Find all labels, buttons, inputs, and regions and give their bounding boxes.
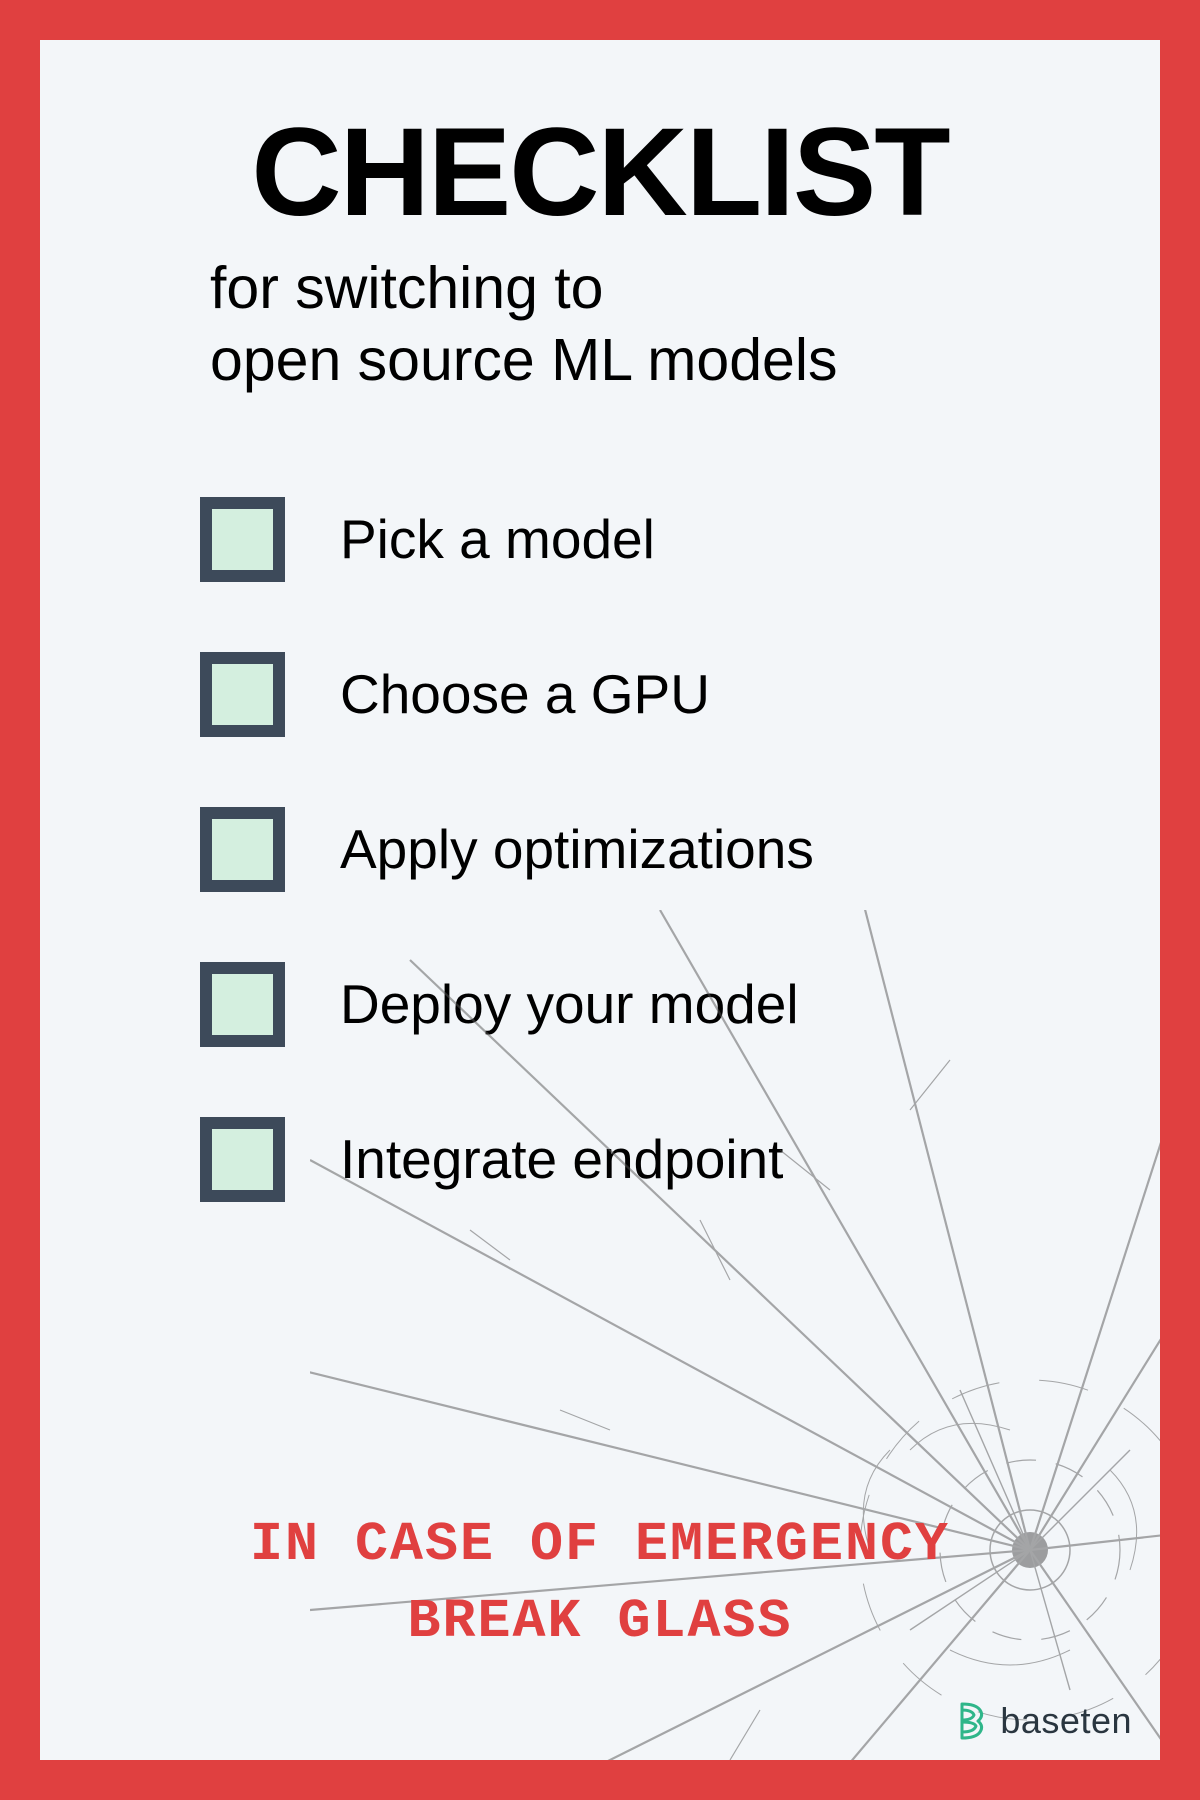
checkbox-icon[interactable] bbox=[200, 1117, 285, 1202]
checklist-panel: CHECKLIST for switching to open source M… bbox=[40, 40, 1160, 1760]
check-label: Pick a model bbox=[340, 507, 655, 571]
brand-logo-block: baseten bbox=[958, 1700, 1132, 1742]
page-title: CHECKLIST bbox=[100, 110, 1100, 235]
check-label: Choose a GPU bbox=[340, 662, 710, 726]
checkbox-icon[interactable] bbox=[200, 497, 285, 582]
page-subtitle: for switching to open source ML models bbox=[100, 253, 1100, 397]
check-item-0: Pick a model bbox=[200, 497, 1100, 582]
brand-name: baseten bbox=[1000, 1700, 1132, 1742]
emergency-line2: BREAK GLASS bbox=[40, 1583, 1160, 1660]
checkbox-icon[interactable] bbox=[200, 962, 285, 1047]
check-item-2: Apply optimizations bbox=[200, 807, 1100, 892]
checkbox-icon[interactable] bbox=[200, 652, 285, 737]
emergency-text: IN CASE OF EMERGENCY BREAK GLASS bbox=[40, 1506, 1160, 1660]
checkbox-icon[interactable] bbox=[200, 807, 285, 892]
emergency-line1: IN CASE OF EMERGENCY bbox=[40, 1506, 1160, 1583]
check-label: Apply optimizations bbox=[340, 817, 814, 881]
check-item-1: Choose a GPU bbox=[200, 652, 1100, 737]
subtitle-line1: for switching to open source ML models bbox=[210, 255, 837, 393]
baseten-logo-icon bbox=[958, 1702, 990, 1740]
